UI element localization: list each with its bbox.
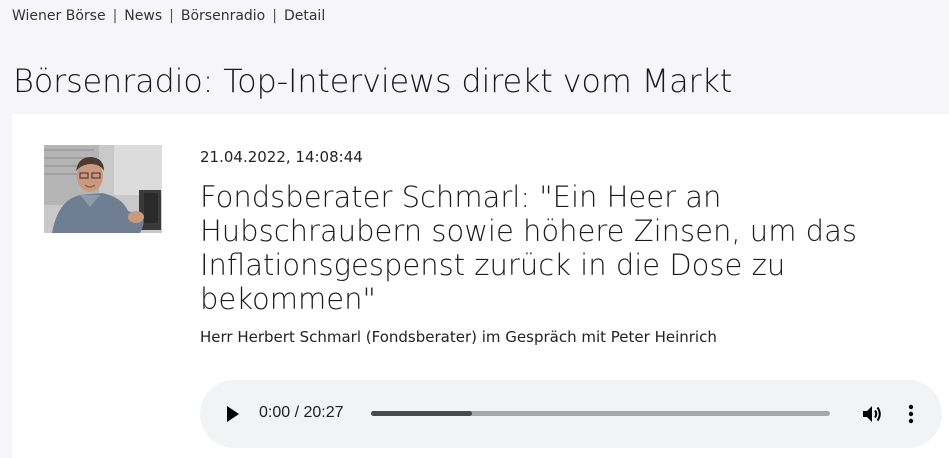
- article-headline: Fondsberater Schmarl: "Ein Heer an Hubsc…: [200, 180, 857, 316]
- audio-time: 0:00 / 20:27: [259, 404, 344, 421]
- article-card: 21.04.2022, 14:08:44 Fondsberater Schmar…: [12, 114, 949, 458]
- audio-player: 0:00 / 20:27: [200, 380, 942, 448]
- article-date: 21.04.2022, 14:08:44: [200, 148, 363, 166]
- page-title: Börsenradio: Top-Interviews direkt vom M…: [13, 62, 733, 100]
- breadcrumb-separator: |: [112, 8, 118, 24]
- breadcrumb-separator: |: [169, 8, 174, 24]
- breadcrumb-item-detail: Detail: [283, 8, 326, 24]
- breadcrumb-item-news[interactable]: News: [124, 8, 162, 24]
- audio-buffered-fill: [371, 411, 472, 416]
- article-subtitle: Herr Herbert Schmarl (Fondsberater) im G…: [200, 328, 717, 346]
- more-vertical-icon[interactable]: [907, 403, 915, 425]
- breadcrumb-item-wiener-boerse[interactable]: Wiener Börse: [12, 8, 106, 24]
- breadcrumb-separator: |: [272, 8, 277, 24]
- play-icon[interactable]: [226, 405, 240, 423]
- volume-icon[interactable]: [861, 403, 883, 425]
- portrait-photo: [44, 145, 162, 233]
- breadcrumb: Wiener Börse | News | Börsenradio | Deta…: [12, 8, 325, 24]
- audio-progress-bar[interactable]: [371, 411, 830, 416]
- breadcrumb-item-boersenradio[interactable]: Börsenradio: [181, 8, 265, 24]
